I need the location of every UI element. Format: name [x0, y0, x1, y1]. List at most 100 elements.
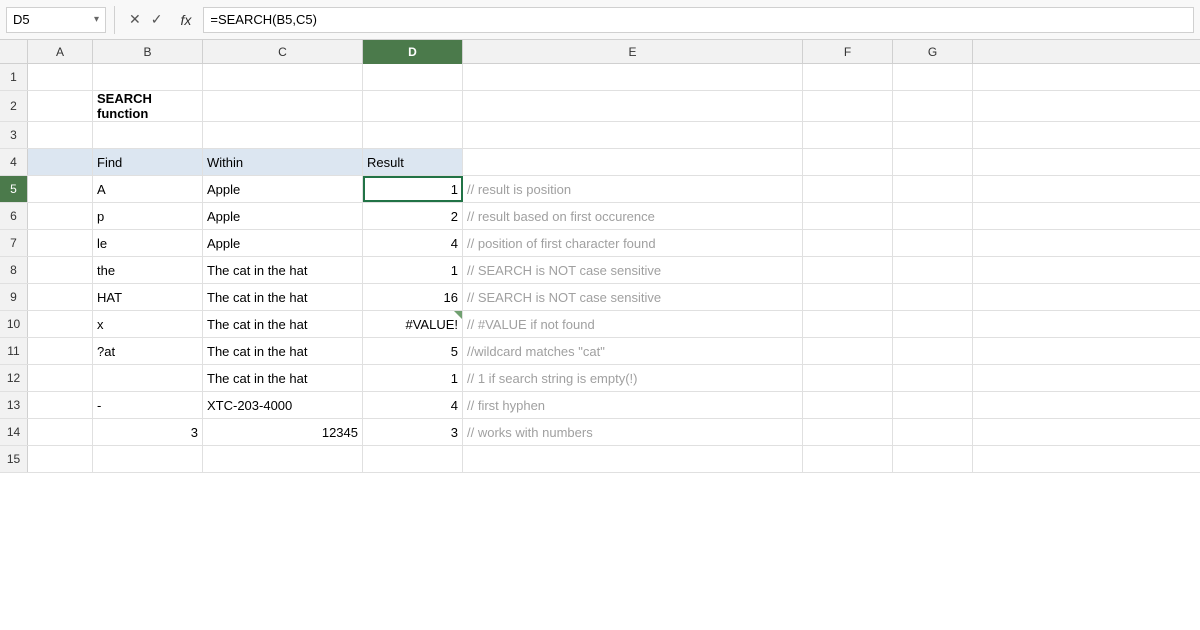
cell-g1[interactable]: [893, 64, 973, 90]
cell-f12[interactable]: [803, 365, 893, 391]
cell-f5[interactable]: [803, 176, 893, 202]
cell-b9[interactable]: HAT: [93, 284, 203, 310]
cell-c2[interactable]: [203, 91, 363, 121]
cell-b2[interactable]: SEARCH function: [93, 91, 203, 121]
cell-d3[interactable]: [363, 122, 463, 148]
cell-d13[interactable]: 4: [363, 392, 463, 418]
cell-e5[interactable]: // result is position: [463, 176, 803, 202]
cell-g4[interactable]: [893, 149, 973, 175]
cell-c6[interactable]: Apple: [203, 203, 363, 229]
cell-g2[interactable]: [893, 91, 973, 121]
cell-reference-box[interactable]: D5 ▾: [6, 7, 106, 33]
cell-g14[interactable]: [893, 419, 973, 445]
cell-g9[interactable]: [893, 284, 973, 310]
cell-d4-result[interactable]: Result: [363, 149, 463, 175]
cell-c13[interactable]: XTC-203-4000: [203, 392, 363, 418]
cell-f7[interactable]: [803, 230, 893, 256]
cell-a3[interactable]: [28, 122, 93, 148]
cell-f9[interactable]: [803, 284, 893, 310]
cell-f10[interactable]: [803, 311, 893, 337]
cell-e2[interactable]: [463, 91, 803, 121]
cell-b14[interactable]: 3: [93, 419, 203, 445]
cell-d9[interactable]: 16: [363, 284, 463, 310]
cell-a11[interactable]: [28, 338, 93, 364]
cell-e4[interactable]: [463, 149, 803, 175]
cell-f13[interactable]: [803, 392, 893, 418]
cell-b1[interactable]: [93, 64, 203, 90]
cell-b13[interactable]: -: [93, 392, 203, 418]
cell-e9[interactable]: // SEARCH is NOT case sensitive: [463, 284, 803, 310]
cell-b3[interactable]: [93, 122, 203, 148]
cell-c5[interactable]: Apple: [203, 176, 363, 202]
cell-c11[interactable]: The cat in the hat: [203, 338, 363, 364]
col-header-c[interactable]: C: [203, 40, 363, 64]
cell-d2[interactable]: [363, 91, 463, 121]
cell-b6[interactable]: p: [93, 203, 203, 229]
cell-a5[interactable]: [28, 176, 93, 202]
formula-input[interactable]: [203, 7, 1194, 33]
cell-a9[interactable]: [28, 284, 93, 310]
cell-d15[interactable]: [363, 446, 463, 472]
cell-e11[interactable]: //wildcard matches "cat": [463, 338, 803, 364]
cell-e12[interactable]: // 1 if search string is empty(!): [463, 365, 803, 391]
cell-g11[interactable]: [893, 338, 973, 364]
cell-c4-within[interactable]: Within: [203, 149, 363, 175]
cell-f15[interactable]: [803, 446, 893, 472]
cell-c1[interactable]: [203, 64, 363, 90]
cell-a8[interactable]: [28, 257, 93, 283]
cell-d14[interactable]: 3: [363, 419, 463, 445]
cell-a12[interactable]: [28, 365, 93, 391]
col-header-g[interactable]: G: [893, 40, 973, 64]
cell-e13[interactable]: // first hyphen: [463, 392, 803, 418]
cell-d8[interactable]: 1: [363, 257, 463, 283]
cell-c8[interactable]: The cat in the hat: [203, 257, 363, 283]
cell-e15[interactable]: [463, 446, 803, 472]
confirm-icon[interactable]: ✓: [151, 11, 163, 28]
cell-ref-dropdown-icon[interactable]: ▾: [94, 14, 99, 25]
cell-a14[interactable]: [28, 419, 93, 445]
cell-d10[interactable]: #VALUE!: [363, 311, 463, 337]
cell-c12[interactable]: The cat in the hat: [203, 365, 363, 391]
cell-b15[interactable]: [93, 446, 203, 472]
col-header-b[interactable]: B: [93, 40, 203, 64]
cell-d7[interactable]: 4: [363, 230, 463, 256]
cell-a1[interactable]: [28, 64, 93, 90]
cell-b8[interactable]: the: [93, 257, 203, 283]
cell-e1[interactable]: [463, 64, 803, 90]
cell-g12[interactable]: [893, 365, 973, 391]
cell-c7[interactable]: Apple: [203, 230, 363, 256]
cell-a6[interactable]: [28, 203, 93, 229]
cell-a10[interactable]: [28, 311, 93, 337]
cell-g5[interactable]: [893, 176, 973, 202]
col-header-a[interactable]: A: [28, 40, 93, 64]
cell-c9[interactable]: The cat in the hat: [203, 284, 363, 310]
cell-g7[interactable]: [893, 230, 973, 256]
cell-g13[interactable]: [893, 392, 973, 418]
cell-a15[interactable]: [28, 446, 93, 472]
cell-f8[interactable]: [803, 257, 893, 283]
cell-b7[interactable]: le: [93, 230, 203, 256]
cell-b5[interactable]: A: [93, 176, 203, 202]
cell-f6[interactable]: [803, 203, 893, 229]
cell-e6[interactable]: // result based on first occurence: [463, 203, 803, 229]
cell-g15[interactable]: [893, 446, 973, 472]
cell-d11[interactable]: 5: [363, 338, 463, 364]
cell-f11[interactable]: [803, 338, 893, 364]
cell-b4-find[interactable]: Find: [93, 149, 203, 175]
cell-a4[interactable]: [28, 149, 93, 175]
cell-b11[interactable]: ?at: [93, 338, 203, 364]
cell-d1[interactable]: [363, 64, 463, 90]
cell-b12[interactable]: [93, 365, 203, 391]
cell-e3[interactable]: [463, 122, 803, 148]
cell-f1[interactable]: [803, 64, 893, 90]
cell-c15[interactable]: [203, 446, 363, 472]
cell-g8[interactable]: [893, 257, 973, 283]
cell-a7[interactable]: [28, 230, 93, 256]
col-header-f[interactable]: F: [803, 40, 893, 64]
cell-f2[interactable]: [803, 91, 893, 121]
cell-e8[interactable]: // SEARCH is NOT case sensitive: [463, 257, 803, 283]
cell-f4[interactable]: [803, 149, 893, 175]
cell-e7[interactable]: // position of first character found: [463, 230, 803, 256]
cell-f3[interactable]: [803, 122, 893, 148]
cell-g6[interactable]: [893, 203, 973, 229]
